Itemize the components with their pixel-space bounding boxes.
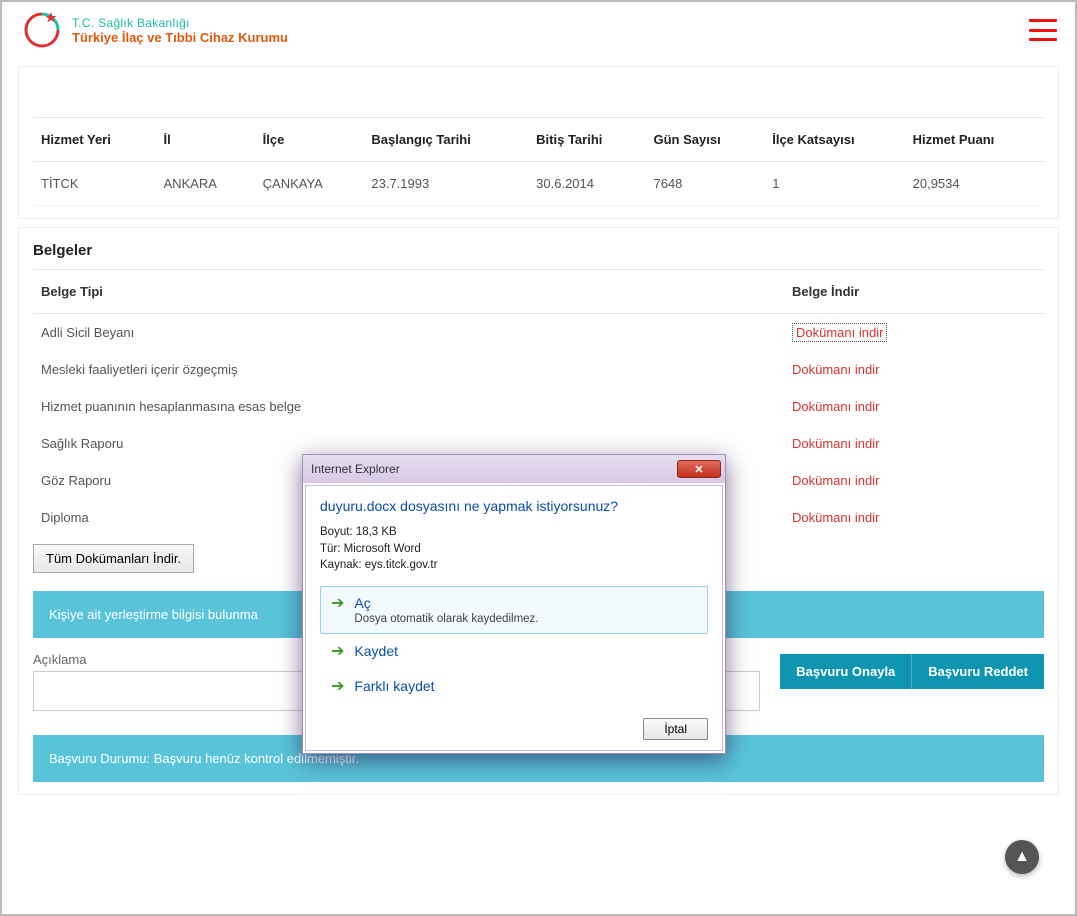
table-row: TİTCK ANKARA ÇANKAYA 23.7.1993 30.6.2014… xyxy=(33,162,1044,206)
col-il: İl xyxy=(156,118,255,162)
col-hizmet-yeri: Hizmet Yeri xyxy=(33,118,156,162)
download-link[interactable]: Dokümanı indir xyxy=(792,323,887,342)
dialog-titlebar[interactable]: Internet Explorer ✕ xyxy=(303,455,725,483)
col-baslangic: Başlangıç Tarihi xyxy=(363,118,528,162)
belge-name: Mesleki faaliyetleri içerir özgeçmiş xyxy=(33,351,784,388)
dialog-question: duyuru.docx dosyasını ne yapmak istiyors… xyxy=(320,498,708,514)
org-name-line1: T.C. Sağlık Bakanlığı xyxy=(72,16,288,30)
approve-button[interactable]: Başvuru Onayla xyxy=(780,654,911,689)
col-puan: Hizmet Puanı xyxy=(905,118,1044,162)
belge-name: Hizmet puanının hesaplanmasına esas belg… xyxy=(33,388,784,425)
download-link[interactable]: Dokümanı indir xyxy=(792,510,879,525)
save-as-option[interactable]: ➔ Farklı kaydet xyxy=(320,669,708,704)
org-name-line2: Türkiye İlaç ve Tıbbi Cihaz Kurumu xyxy=(72,30,288,45)
close-button[interactable]: ✕ xyxy=(677,460,721,478)
col-belge-tipi: Belge Tipi xyxy=(33,270,784,314)
reject-button[interactable]: Başvuru Reddet xyxy=(911,654,1044,689)
download-link[interactable]: Dokümanı indir xyxy=(792,473,879,488)
save-option[interactable]: ➔ Kaydet xyxy=(320,634,708,669)
service-panel: Hizmet Yeri İl İlçe Başlangıç Tarihi Bit… xyxy=(18,66,1059,219)
table-row: Mesleki faaliyetleri içerir özgeçmiş Dokü… xyxy=(33,351,1044,388)
arrow-right-icon: ➔ xyxy=(331,596,344,612)
arrow-up-icon: ▲ xyxy=(1014,848,1030,866)
table-row: Hizmet puanının hesaplanmasına esas belg… xyxy=(33,388,1044,425)
cancel-button[interactable]: İptal xyxy=(643,718,708,740)
close-icon: ✕ xyxy=(694,463,703,476)
download-link[interactable]: Dokümanı indir xyxy=(792,399,879,414)
col-ilce: İlçe xyxy=(255,118,364,162)
download-link[interactable]: Dokümanı indir xyxy=(792,362,879,377)
col-belge-indir: Belge İndir xyxy=(784,270,1044,314)
download-all-button[interactable]: Tüm Dokümanları İndir. xyxy=(33,544,194,573)
col-bitis: Bitiş Tarihi xyxy=(528,118,645,162)
documents-title: Belgeler xyxy=(33,228,1044,269)
menu-button[interactable] xyxy=(1029,19,1057,41)
logo-block: T.C. Sağlık Bakanlığı Türkiye İlaç ve Tı… xyxy=(20,8,288,52)
ministry-logo-icon xyxy=(20,8,64,52)
download-link[interactable]: Dokümanı indir xyxy=(792,436,879,451)
ie-download-dialog: Internet Explorer ✕ duyuru.docx dosyasın… xyxy=(302,454,726,754)
arrow-right-icon: ➔ xyxy=(331,679,344,695)
table-row: Adli Sicil Beyanı Dokümanı indir xyxy=(33,314,1044,352)
col-katsayi: İlçe Katsayısı xyxy=(764,118,904,162)
arrow-right-icon: ➔ xyxy=(331,644,344,660)
belge-name: Adli Sicil Beyanı xyxy=(33,314,784,352)
scroll-to-top-button[interactable]: ▲ xyxy=(1005,840,1039,874)
open-option[interactable]: ➔ Aç Dosya otomatik olarak kaydedilmez. xyxy=(320,586,708,634)
service-table: Hizmet Yeri İl İlçe Başlangıç Tarihi Bit… xyxy=(33,117,1044,206)
col-gun: Gün Sayısı xyxy=(645,118,764,162)
dialog-meta: Boyut: 18,3 KB Tür: Microsoft Word Kayna… xyxy=(320,524,708,574)
app-header: T.C. Sağlık Bakanlığı Türkiye İlaç ve Tı… xyxy=(2,2,1075,58)
dialog-title: Internet Explorer xyxy=(311,462,400,476)
